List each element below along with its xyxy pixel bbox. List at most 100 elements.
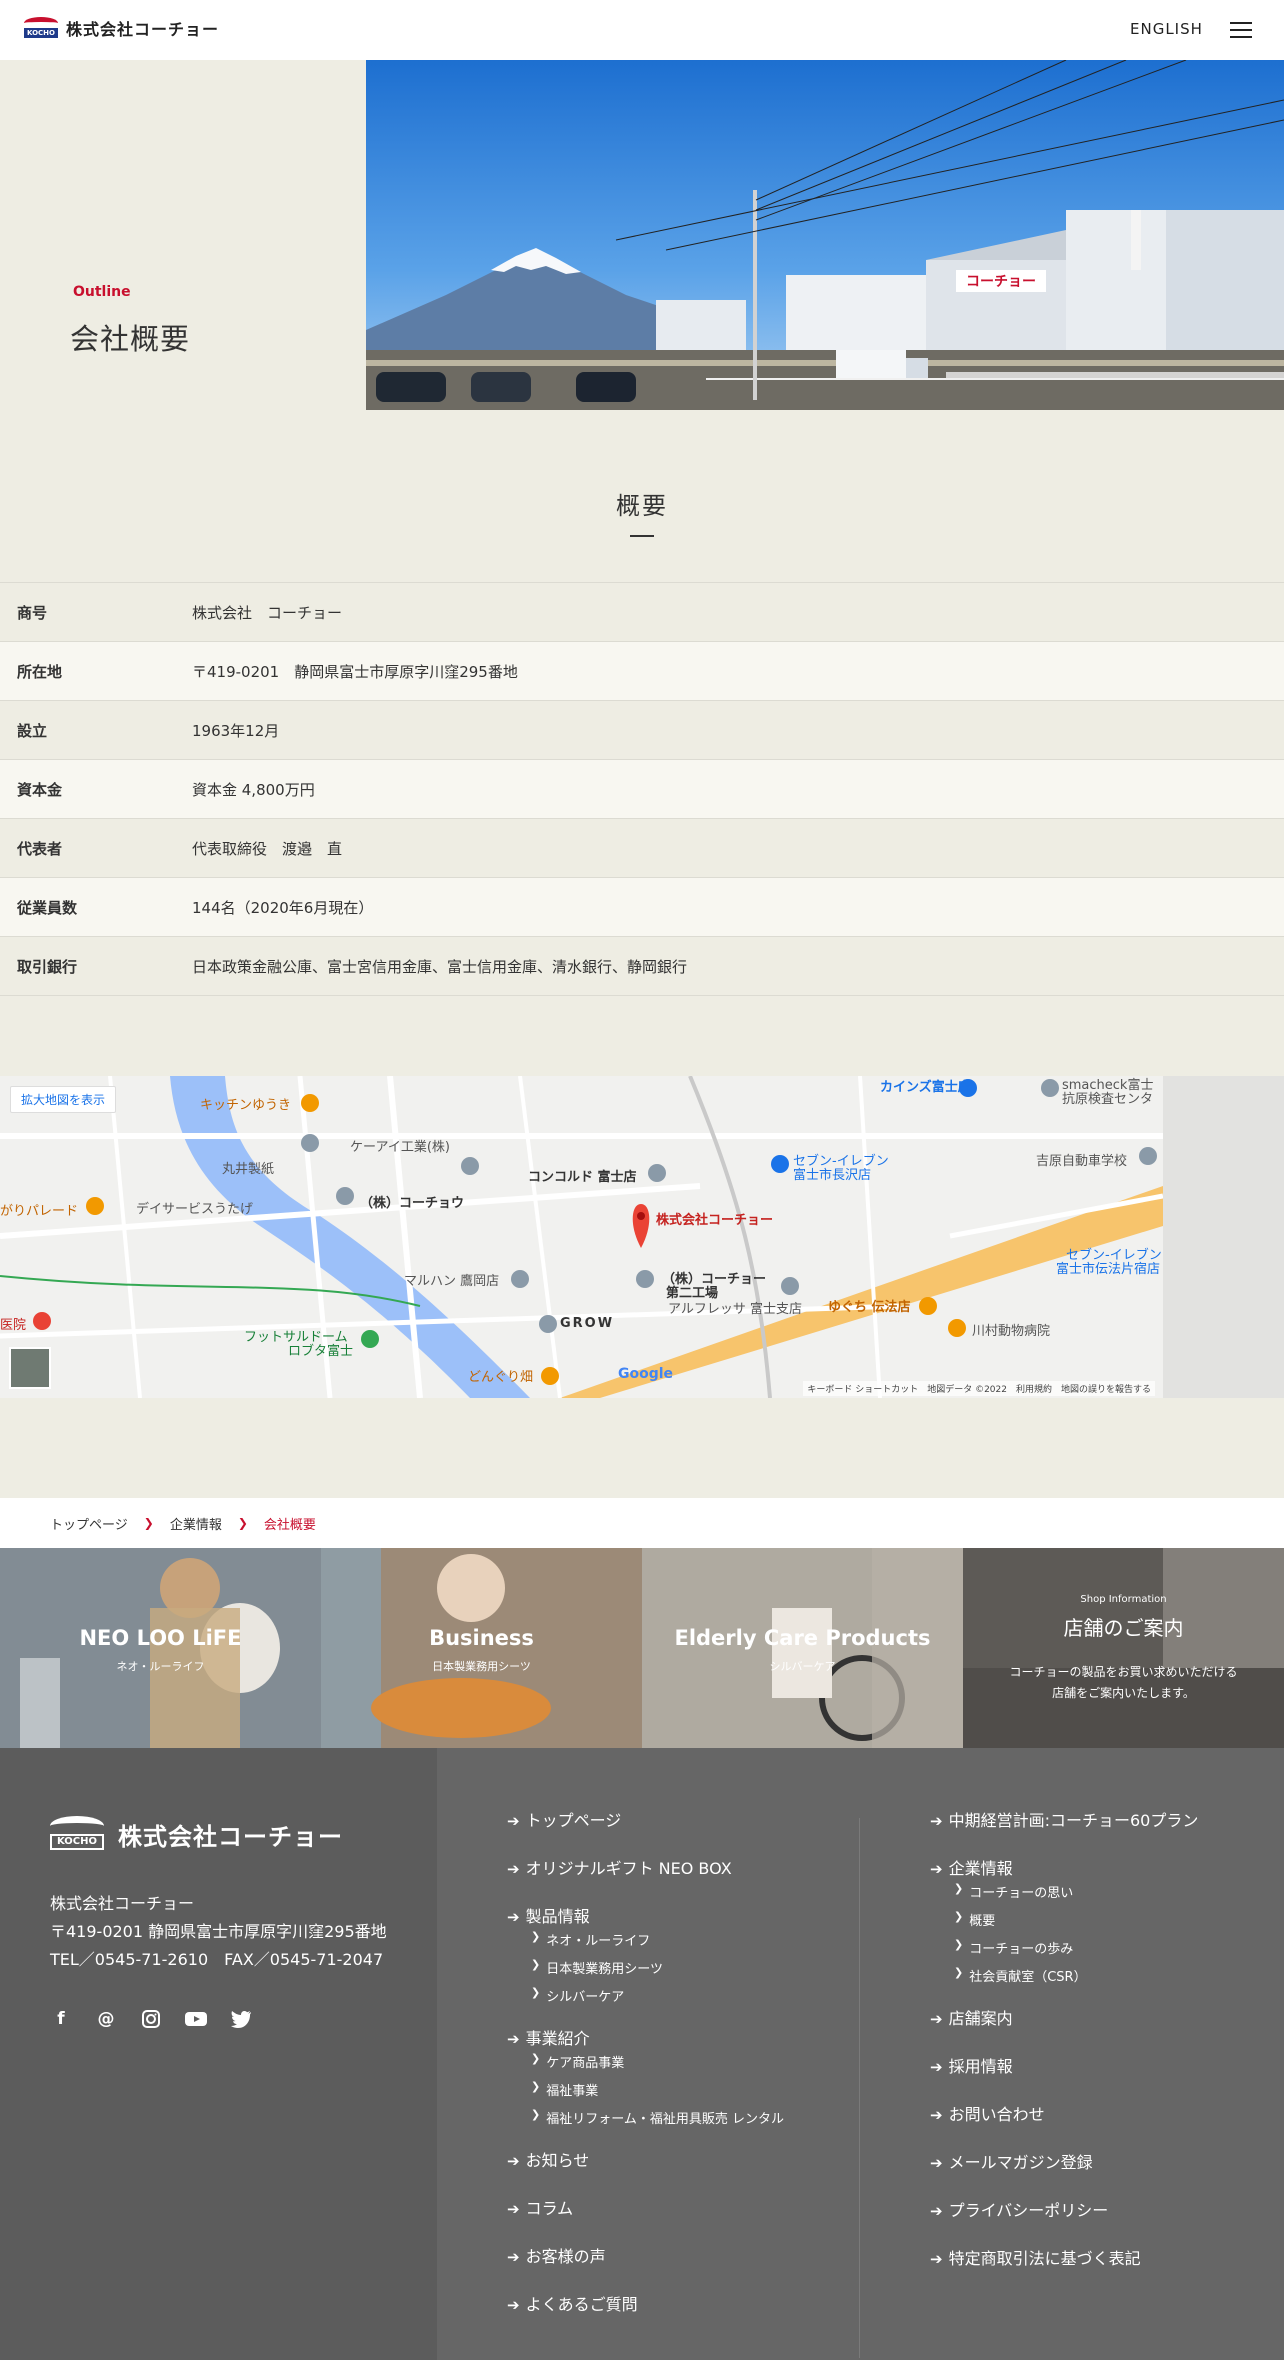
banner-business[interactable]: Business 日本製業務用シーツ (321, 1548, 642, 1748)
breadcrumb-current: 会社概要 (263, 1517, 316, 1533)
footer-company-panel: KOCHO 株式会社コーチョー 株式会社コーチョー 〒419-0201 静岡県富… (0, 1748, 437, 2360)
hero-photo: コーチョー (366, 60, 1284, 410)
footer-link-news[interactable]: ➔ お知らせ (507, 2150, 784, 2198)
svg-text:コーチョー: コーチョー (966, 274, 1036, 290)
footer-sublink[interactable]: ❯ 概要 (930, 1910, 1198, 1938)
banner-subtitle: ネオ・ルーライフ (116, 1660, 205, 1673)
row-label: 商号 (17, 603, 48, 622)
arrow-right-icon: ➔ (930, 2058, 943, 2076)
footer-link-plan[interactable]: ➔ 中期経営計画:コーチョー60プラン (930, 1810, 1198, 1858)
google-map[interactable]: 拡大地図を表示 キッチンゆうき カインズ富士店 smacheck富士 抗原検査セ… (0, 1076, 1163, 1398)
twitter-icon[interactable] (230, 2008, 252, 2030)
footer-logo-text: 株式会社コーチョー (118, 1822, 343, 1851)
footer-divider (859, 1818, 860, 2358)
google-logo: Google (618, 1366, 674, 1382)
site-logo[interactable]: KOCHO 株式会社コーチョー (24, 16, 219, 40)
map-place-label: がりパレード (0, 1204, 79, 1219)
map-place-label: 抗原検査センタ (1062, 1092, 1154, 1107)
footer-sublink[interactable]: ❯ 福祉リフォーム・福祉用具販売 レンタル (507, 2108, 784, 2136)
row-value: 代表取締役 渡邉 直 (192, 839, 343, 858)
map-place-label: ケーアイ工業(株) (350, 1140, 450, 1155)
banner-title: Elderly Care Products (674, 1626, 931, 1650)
chevron-right-icon: ❯ (954, 1910, 964, 1923)
footer-sublink[interactable]: ❯ 社会貢献室（CSR） (930, 1966, 1198, 1994)
footer-sublink[interactable]: ❯ ケア商品事業 (507, 2052, 784, 2080)
row-label: 取引銀行 (17, 957, 78, 976)
footer-link-top[interactable]: ➔ トップページ (507, 1810, 784, 1858)
row-value: 1963年12月 (192, 721, 280, 740)
footer-address-line: 〒419-0201 静岡県富士市厚原字川窪295番地 (50, 1922, 387, 1941)
banner-eyebrow: Shop Information (1080, 1594, 1167, 1605)
map-place-label: デイサービスうたげ (136, 1202, 254, 1217)
chevron-right-icon: ❯ (954, 1938, 964, 1951)
footer-sublink[interactable]: ❯ ネオ・ルーライフ (507, 1930, 784, 1958)
banner-title: Business (429, 1626, 534, 1650)
footer-sublink[interactable]: ❯ 福祉事業 (507, 2080, 784, 2108)
footer-link-column[interactable]: ➔ コラム (507, 2198, 784, 2246)
row-value: 〒419-0201 静岡県富士市厚原字川窪295番地 (192, 662, 518, 681)
logo-text: 株式会社コーチョー (66, 20, 220, 39)
table-row: 取引銀行 日本政策金融公庫、富士宮信用金庫、富士信用金庫、清水銀行、静岡銀行 (0, 937, 1284, 996)
footer-link-shops[interactable]: ➔ 店舗案内 (930, 2008, 1198, 2056)
row-label: 設立 (17, 721, 48, 740)
footer-sublink[interactable]: ❯ コーチョーの思い (930, 1882, 1198, 1910)
row-label: 従業員数 (17, 898, 78, 917)
youtube-icon[interactable] (185, 2008, 207, 2030)
footer-link-contact[interactable]: ➔ お問い合わせ (930, 2104, 1198, 2152)
arrow-right-icon: ➔ (930, 2202, 943, 2220)
spacer-band (0, 1398, 1284, 1498)
footer-link-business[interactable]: ➔ 事業紹介 (507, 2028, 784, 2052)
banner-elderly-care[interactable]: Elderly Care Products シルバーケア (642, 1548, 963, 1748)
footer-nav-col-2: ➔ 中期経営計画:コーチョー60プラン ➔ 企業情報 ❯ コーチョーの思い ❯ 概要 ❯… (930, 1810, 1198, 2296)
english-link[interactable]: ENGLISH (1130, 20, 1203, 38)
footer-link-privacy[interactable]: ➔ プライバシーポリシー (930, 2200, 1198, 2248)
row-value: 144名（2020年6月現在） (192, 898, 374, 917)
footer-nav-col-1: ➔ トップページ ➔ オリジナルギフト NEO BOX ➔ 製品情報 ❯ ネオ・ルーライ… (507, 1810, 784, 2342)
footer-link-recruit[interactable]: ➔ 採用情報 (930, 2056, 1198, 2104)
footer-address: 株式会社コーチョー 〒419-0201 静岡県富士市厚原字川窪295番地 TEL… (50, 1890, 387, 1974)
mail-icon[interactable]: @ (95, 2008, 117, 2030)
banner-shop-info[interactable]: Shop Information 店舗のご案内 コーチョーの製品をお買い求めいた… (963, 1548, 1284, 1748)
arrow-right-icon: ➔ (507, 2248, 520, 2266)
footer-sublink[interactable]: ❯ シルバーケア (507, 1986, 784, 2014)
map-place-label: 吉原自動車学校 (1036, 1154, 1128, 1169)
map-place-label[interactable]: 株式会社コーチョー (656, 1209, 773, 1228)
banner-photo (963, 1548, 1284, 1748)
company-outline-table: 商号 株式会社 コーチョー 所在地 〒419-0201 静岡県富士市厚原字川窪2… (0, 582, 1284, 996)
map-place-label: GROW (560, 1316, 615, 1331)
expand-map-button[interactable]: 拡大地図を表示 (10, 1086, 117, 1113)
page-title: 会社概要 (70, 322, 191, 356)
chevron-right-icon: ❯ (954, 1882, 964, 1895)
map-place-label: アルフレッサ 富士支店 (668, 1302, 803, 1317)
footer-sublink[interactable]: ❯ 日本製業務用シーツ (507, 1958, 784, 1986)
breadcrumb-item[interactable]: 企業情報 (170, 1514, 222, 1533)
menu-icon[interactable] (1230, 22, 1252, 38)
footer-link-products[interactable]: ➔ 製品情報 (507, 1906, 784, 1930)
footer-link-voice[interactable]: ➔ お客様の声 (507, 2246, 784, 2294)
row-label: 所在地 (17, 662, 63, 681)
banner-description: コーチョーの製品をお買い求めいただける 店舗をご案内いたします。 (963, 1662, 1284, 1704)
table-row: 商号 株式会社 コーチョー (0, 583, 1284, 642)
logo-badge: KOCHO (24, 17, 58, 39)
map-place-label: コンコルド 富士店 (528, 1170, 637, 1185)
footer-link-company[interactable]: ➔ 企業情報 (930, 1858, 1198, 1882)
footer-company-name: 株式会社コーチョー (50, 1894, 195, 1913)
footer-sublink[interactable]: ❯ コーチョーの歩み (930, 1938, 1198, 1966)
footer-link-mail[interactable]: ➔ メールマガジン登録 (930, 2152, 1198, 2200)
chevron-right-icon: ❯ (531, 2108, 541, 2121)
map-place-label: 富士市伝法片宿店 (1056, 1262, 1161, 1277)
footer-logo-badge: KOCHO (50, 1816, 104, 1852)
footer-link-faq[interactable]: ➔ よくあるご質問 (507, 2294, 784, 2342)
instagram-icon[interactable] (140, 2008, 162, 2030)
facebook-icon[interactable]: f (50, 2008, 72, 2030)
footer-logo[interactable]: KOCHO 株式会社コーチョー (50, 1816, 343, 1852)
map-side-panel (1163, 1076, 1284, 1398)
map-attribution[interactable]: キーボード ショートカット 地図データ ©2022 利用規約 地図の誤りを報告す… (803, 1381, 1155, 1396)
banner-neo-loo-life[interactable]: NEO LOO LiFE ネオ・ルーライフ (0, 1548, 321, 1748)
footer-link-law[interactable]: ➔ 特定商取引法に基づく表記 (930, 2248, 1198, 2296)
site-footer: KOCHO 株式会社コーチョー 株式会社コーチョー 〒419-0201 静岡県富… (0, 1748, 1284, 2360)
chevron-right-icon: ❯ (531, 1930, 541, 1943)
map-place-label: （株）コーチョウ (360, 1196, 465, 1211)
breadcrumb-item[interactable]: トップページ (50, 1514, 128, 1533)
footer-link-gift[interactable]: ➔ オリジナルギフト NEO BOX (507, 1858, 784, 1906)
